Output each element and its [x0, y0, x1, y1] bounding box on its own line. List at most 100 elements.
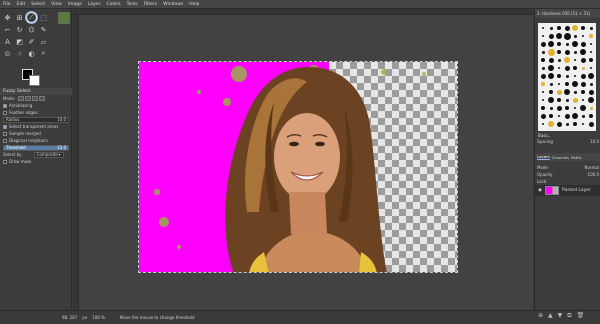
brush-item[interactable]	[571, 56, 579, 64]
brush-item[interactable]	[571, 80, 579, 88]
mode-subtract-icon[interactable]	[32, 96, 39, 101]
brush-item[interactable]	[571, 48, 579, 56]
antialiasing-row[interactable]: Antialiasing	[0, 102, 72, 109]
brush-item[interactable]	[587, 120, 595, 128]
brush-item[interactable]	[587, 104, 595, 112]
brush-item[interactable]	[547, 24, 555, 32]
path-tool-icon[interactable]: ✎	[38, 24, 49, 35]
brush-item[interactable]	[579, 96, 587, 104]
brush-item[interactable]	[587, 64, 595, 72]
background-color[interactable]	[29, 75, 40, 86]
bucket-fill-tool-icon[interactable]: ◩	[14, 36, 25, 47]
brush-item[interactable]	[547, 48, 555, 56]
image-thumbnail[interactable]	[58, 12, 70, 24]
menu-tools[interactable]: Tools	[127, 2, 138, 7]
brush-item[interactable]	[579, 120, 587, 128]
brush-item[interactable]	[547, 104, 555, 112]
radius-field[interactable]: Radius 10.0	[3, 116, 69, 123]
brush-item[interactable]	[563, 56, 571, 64]
brush-item[interactable]	[539, 112, 547, 120]
dodge-tool-icon[interactable]: ◐	[26, 48, 37, 59]
sample-merged-row[interactable]: Sample merged	[0, 130, 72, 137]
menu-file[interactable]: File	[3, 2, 11, 7]
ruler-horizontal[interactable]	[73, 9, 533, 15]
menu-colors[interactable]: Colors	[106, 2, 120, 7]
antialiasing-checkbox[interactable]	[3, 103, 7, 108]
move-tool-icon[interactable]: ✥	[2, 12, 13, 23]
brush-item[interactable]	[563, 48, 571, 56]
brush-item[interactable]	[571, 112, 579, 120]
brush-item[interactable]	[539, 104, 547, 112]
ruler-vertical[interactable]	[73, 15, 79, 310]
delete-layer-icon[interactable]: 🗑	[577, 312, 585, 322]
image-canvas[interactable]	[138, 61, 458, 273]
brush-item[interactable]	[547, 72, 555, 80]
tab-channels[interactable]: Channels	[552, 155, 570, 160]
brush-item[interactable]	[579, 112, 587, 120]
brush-item[interactable]	[571, 120, 579, 128]
brush-item[interactable]	[555, 64, 563, 72]
brush-item[interactable]	[547, 64, 555, 72]
brush-item[interactable]	[579, 48, 587, 56]
menu-edit[interactable]: Edit	[17, 2, 26, 7]
menu-select[interactable]: Select	[31, 2, 45, 7]
brush-item[interactable]	[555, 32, 563, 40]
brush-item[interactable]	[563, 32, 571, 40]
tab-layers[interactable]: Layers	[537, 154, 550, 160]
eraser-tool-icon[interactable]: ▱	[38, 36, 49, 47]
brush-item[interactable]	[547, 32, 555, 40]
unit-selector[interactable]: px	[82, 315, 87, 320]
brush-item[interactable]	[547, 96, 555, 104]
crop-tool-icon[interactable]: ⌐	[2, 24, 13, 35]
brush-item[interactable]	[579, 40, 587, 48]
brush-item[interactable]	[563, 40, 571, 48]
brush-item[interactable]	[579, 32, 587, 40]
text-tool-icon[interactable]: A	[2, 36, 13, 47]
select-by-dropdown[interactable]: Composite ▾	[33, 151, 64, 158]
clone-tool-icon[interactable]: ⊙	[2, 48, 13, 59]
brush-item[interactable]	[587, 72, 595, 80]
layer-mode-dropdown[interactable]: Normal	[585, 165, 599, 170]
sample-merged-checkbox[interactable]	[3, 131, 7, 136]
threshold-slider[interactable]: Threshold 15.0	[3, 144, 69, 151]
lower-layer-icon[interactable]: ▼	[558, 312, 563, 322]
brush-item[interactable]	[579, 80, 587, 88]
brush-item[interactable]	[579, 88, 587, 96]
brush-item[interactable]	[587, 88, 595, 96]
brush-item[interactable]	[539, 88, 547, 96]
mode-add-icon[interactable]	[25, 96, 32, 101]
feather-edges-checkbox[interactable]	[3, 110, 7, 115]
draw-mask-checkbox[interactable]	[3, 159, 7, 164]
brush-item[interactable]	[555, 96, 563, 104]
menu-view[interactable]: View	[51, 2, 62, 7]
brush-item[interactable]	[587, 112, 595, 120]
brush-item[interactable]	[555, 48, 563, 56]
layer-item[interactable]: ◉ Pasted Layer	[535, 185, 600, 196]
brush-item[interactable]	[547, 88, 555, 96]
zoom-selector[interactable]: 100 %	[92, 315, 105, 320]
brush-item[interactable]	[539, 96, 547, 104]
brush-item[interactable]	[547, 80, 555, 88]
select-transparent-checkbox[interactable]	[3, 124, 7, 129]
brush-item[interactable]	[579, 72, 587, 80]
brush-item[interactable]	[579, 56, 587, 64]
brush-item[interactable]	[571, 88, 579, 96]
brush-item[interactable]	[563, 64, 571, 72]
select-transparent-row[interactable]: Select transparent areas	[0, 123, 72, 130]
brush-item[interactable]	[547, 112, 555, 120]
diagonal-neighbors-checkbox[interactable]	[3, 138, 7, 143]
brush-item[interactable]	[563, 80, 571, 88]
brush-item[interactable]	[555, 40, 563, 48]
brush-item[interactable]	[555, 24, 563, 32]
brush-item[interactable]	[539, 48, 547, 56]
diagonal-neighbors-row[interactable]: Diagonal neighbors	[0, 137, 72, 144]
brush-item[interactable]	[571, 72, 579, 80]
menu-layer[interactable]: Layer	[88, 2, 101, 7]
brush-item[interactable]	[563, 120, 571, 128]
menu-windows[interactable]: Windows	[163, 2, 183, 7]
brush-item[interactable]	[539, 56, 547, 64]
brush-item[interactable]	[579, 104, 587, 112]
brush-item[interactable]	[547, 120, 555, 128]
brush-item[interactable]	[571, 64, 579, 72]
brush-item[interactable]	[563, 104, 571, 112]
